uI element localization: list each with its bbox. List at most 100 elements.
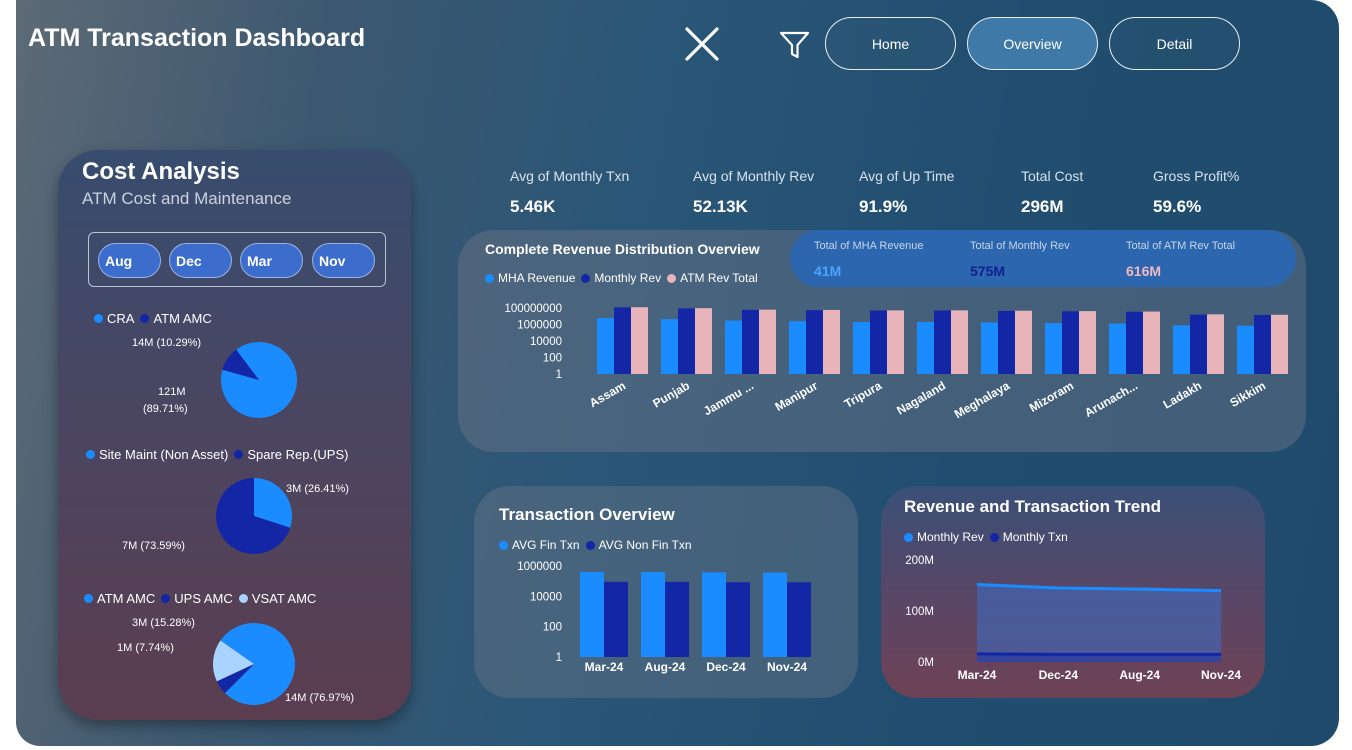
line-monthly-txn bbox=[976, 652, 1221, 656]
bar-mha-revenue-ladakh bbox=[1173, 325, 1190, 374]
legend-label-ups-amc: UPS AMC bbox=[174, 591, 233, 606]
trend-chart-title: Revenue and Transaction Trend bbox=[904, 497, 1161, 516]
bar-monthly-rev-manipur bbox=[806, 310, 823, 374]
legend-label-avg-fin: AVG Fin Txn bbox=[512, 538, 580, 552]
y-tick-label: 100M bbox=[905, 606, 934, 618]
page: ATM Transaction Dashboard Home Overview … bbox=[0, 0, 1352, 750]
y-tick-label: 100000000 bbox=[504, 303, 562, 315]
legend-dot-mha-revenue bbox=[485, 273, 494, 283]
bar-mha-revenue-meghalaya bbox=[981, 322, 998, 374]
y-tick-label: 100 bbox=[543, 622, 562, 634]
y-tick-label: 1000000 bbox=[517, 320, 562, 332]
x-tick-label: Assam bbox=[587, 378, 628, 410]
nav-home-button[interactable]: Home bbox=[825, 17, 956, 70]
legend-dot-site-maint bbox=[86, 450, 95, 459]
bar-avg-fin-txn-dec-24 bbox=[702, 572, 726, 657]
cost-analysis-card: Cost Analysis ATM Cost and Maintenance A… bbox=[58, 150, 411, 720]
legend-dot-trend-txn bbox=[989, 532, 999, 542]
legend-label-atm-amc-3: ATM AMC bbox=[97, 591, 156, 606]
x-tick-label: Dec-24 bbox=[1039, 668, 1079, 682]
bar-avg-non-fin-txn-aug-24 bbox=[665, 581, 689, 657]
filter-icon[interactable] bbox=[779, 30, 811, 60]
bar-atm-rev-total-assam bbox=[631, 307, 648, 374]
bar-atm-rev-total-mizoram bbox=[1079, 311, 1096, 374]
revenue-legend: MHA Revenue Monthly Rev ATM Rev Total bbox=[485, 271, 758, 285]
x-tick-label: Mizoram bbox=[1027, 378, 1076, 414]
revenue-totals-strip: Total of MHA Revenue 41M Total of Monthl… bbox=[790, 230, 1296, 287]
x-tick-label: Tripura bbox=[842, 378, 885, 411]
legend-dot-avg-non-fin bbox=[585, 540, 595, 550]
bar-monthly-rev-assam bbox=[614, 307, 631, 374]
bar-monthly-rev-tripura bbox=[870, 310, 887, 374]
strip-value-atm: 616M bbox=[1126, 263, 1162, 279]
x-tick-label: Arunach... bbox=[1082, 378, 1140, 419]
legend-label-monthly-rev: Monthly Rev bbox=[594, 271, 662, 285]
bar-mha-revenue-nagaland bbox=[917, 322, 934, 374]
bar-monthly-rev-nagaland bbox=[934, 310, 951, 374]
x-tick-label: Nov-24 bbox=[767, 660, 807, 674]
revenue-bar-chart: 100000000 1000000 10000 100 1 Assam Punjab Jamm… bbox=[504, 303, 1288, 421]
legend-dot-spare-rep bbox=[234, 450, 244, 459]
pie3-label-atm-amc: 14M (76.97%) bbox=[285, 692, 355, 704]
bar-atm-rev-total-nagaland bbox=[951, 310, 968, 374]
area-monthly-rev bbox=[977, 584, 1221, 662]
legend-dot-avg-fin bbox=[499, 540, 508, 550]
kpi-value-monthly-txn: 5.46K bbox=[510, 197, 556, 216]
bar-monthly-rev-ladakh bbox=[1190, 314, 1207, 374]
pie-2-group bbox=[215, 478, 292, 554]
legend-label-avg-non-fin: AVG Non Fin Txn bbox=[598, 538, 692, 552]
pie1-label-cra-pct: (89.71%) bbox=[143, 403, 188, 415]
trend-area-chart: 200M 100M 0M Mar-24 Dec-24 Aug-24 Nov-24 bbox=[905, 555, 1241, 682]
bar-monthly-rev-mizoram bbox=[1062, 311, 1079, 374]
dashboard-canvas: ATM Transaction Dashboard Home Overview … bbox=[16, 0, 1339, 746]
x-tick-label: Aug-24 bbox=[645, 660, 686, 674]
trend-legend: Monthly Rev Monthly Txn bbox=[904, 530, 1068, 544]
y-tick-label: 1 bbox=[556, 369, 562, 381]
nav-overview-button[interactable]: Overview bbox=[967, 17, 1098, 70]
bar-atm-rev-total-jammu bbox=[759, 309, 776, 374]
bar-avg-fin-txn-mar-24 bbox=[580, 572, 604, 657]
strip-label-atm: Total of ATM Rev Total bbox=[1126, 240, 1236, 252]
nav-detail-button[interactable]: Detail bbox=[1109, 17, 1240, 70]
bar-mha-revenue-assam bbox=[597, 318, 614, 374]
pie-3-group bbox=[213, 623, 295, 705]
kpi-value-gross-profit: 59.6% bbox=[1153, 197, 1202, 216]
pie1-label-atm-amc: 14M (10.29%) bbox=[132, 337, 202, 349]
x-tick-label: Aug-24 bbox=[1119, 668, 1160, 682]
x-tick-label: Jammu ... bbox=[701, 378, 756, 418]
bar-atm-rev-total-tripura bbox=[887, 310, 904, 374]
txn-chart-title: Transaction Overview bbox=[499, 505, 675, 524]
kpi-label-up-time: Avg of Up Time bbox=[859, 168, 955, 184]
y-tick-label: 10000 bbox=[530, 591, 562, 603]
bar-avg-non-fin-txn-nov-24 bbox=[787, 582, 811, 657]
x-tick-label: Sikkim bbox=[1227, 378, 1268, 409]
bar-mha-revenue-mizoram bbox=[1045, 323, 1062, 374]
revenue-chart-title: Complete Revenue Distribution Overview bbox=[485, 241, 760, 257]
kpi-value-up-time: 91.9% bbox=[859, 197, 908, 216]
y-tick-label: 200M bbox=[905, 555, 934, 567]
bar-atm-rev-total-sikkim bbox=[1271, 314, 1288, 374]
x-tick-label: Mar-24 bbox=[958, 668, 997, 682]
bar-monthly-rev-sikkim bbox=[1254, 315, 1271, 374]
legend-label-trend-txn: Monthly Txn bbox=[1002, 530, 1068, 544]
legend-label-atm-rev-total: ATM Rev Total bbox=[680, 271, 758, 285]
y-tick-label: 1000000 bbox=[517, 561, 562, 573]
strip-value-mha: 41M bbox=[814, 263, 842, 279]
bar-atm-rev-total-ladakh bbox=[1207, 314, 1224, 374]
transaction-bar-chart: 1000000 10000 100 1 Mar-24 Aug-24 Dec-24 Nov-24 bbox=[517, 561, 811, 674]
x-tick-label: Dec-24 bbox=[706, 660, 746, 674]
bar-mha-revenue-punjab bbox=[661, 319, 678, 374]
legend-label-mha-revenue: MHA Revenue bbox=[498, 271, 576, 285]
x-tick-label: Mar-24 bbox=[585, 660, 624, 674]
kpi-label-gross-profit: Gross Profit% bbox=[1153, 168, 1240, 184]
kpi-label-monthly-rev: Avg of Monthly Rev bbox=[693, 168, 815, 184]
bar-avg-non-fin-txn-mar-24 bbox=[604, 581, 628, 657]
legend-label-trend-rev: Monthly Rev bbox=[917, 530, 984, 544]
x-tick-label: Manipur bbox=[773, 378, 821, 414]
legend-dot-atm-rev-total bbox=[667, 273, 677, 283]
legend-label-spare-rep: Spare Rep.(UPS) bbox=[247, 447, 349, 462]
kpi-value-monthly-rev: 52.13K bbox=[693, 197, 748, 216]
legend-dot-ups-amc bbox=[161, 594, 171, 603]
x-tick-label: Nagaland bbox=[894, 378, 948, 417]
close-icon[interactable] bbox=[684, 26, 720, 62]
